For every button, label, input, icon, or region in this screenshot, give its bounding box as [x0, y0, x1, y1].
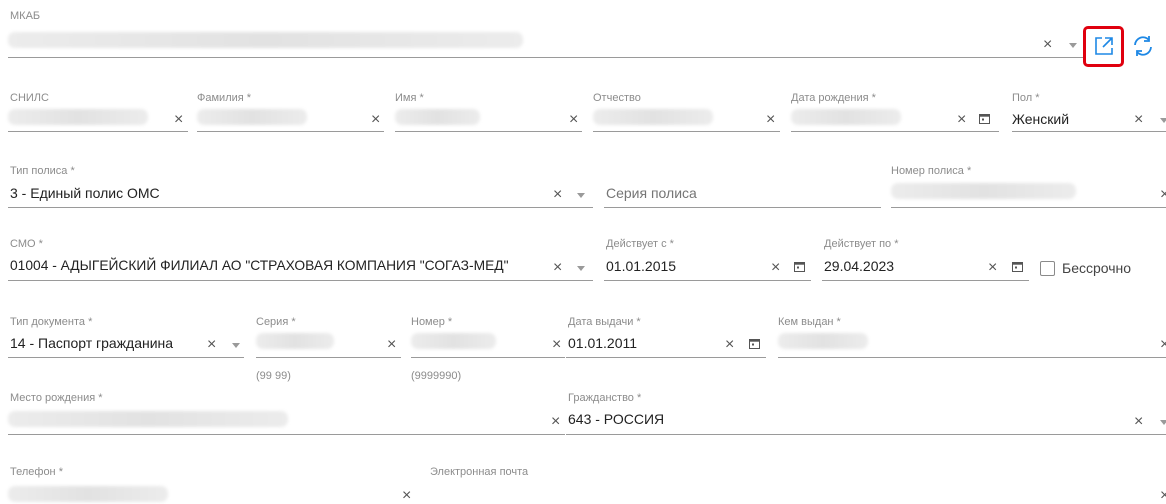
doc-type-clear-icon[interactable]: ×: [207, 337, 216, 353]
birth-place-label: Место рождения *: [10, 392, 103, 404]
gender-underline: [1012, 131, 1166, 132]
valid-from-label: Действует с *: [606, 238, 674, 250]
smo-value[interactable]: 01004 - АДЫГЕЙСКИЙ ФИЛИАЛ АО "СТРАХОВАЯ …: [10, 258, 509, 273]
policy-series-underline: [604, 207, 881, 208]
patronymic-underline: [593, 131, 780, 132]
birth-date-calendar-icon[interactable]: [979, 113, 990, 124]
citizenship-chevron-down-icon[interactable]: [1160, 420, 1166, 425]
gender-value[interactable]: Женский: [1012, 111, 1069, 127]
doc-number-label: Номер *: [411, 316, 453, 328]
phone-value: [8, 486, 168, 502]
first-name-value: [395, 109, 480, 125]
issued-by-clear-icon[interactable]: ×: [1160, 337, 1166, 353]
refresh-icon[interactable]: [1130, 33, 1156, 59]
birth-place-underline: [8, 434, 565, 435]
indefinite-checkbox[interactable]: [1040, 261, 1055, 276]
valid-from-underline: [604, 280, 811, 281]
last-name-value: [197, 109, 307, 125]
issued-by-value: [778, 333, 868, 349]
doc-series-label: Серия *: [256, 316, 296, 328]
valid-to-label: Действует по *: [824, 238, 899, 250]
phone-clear-icon[interactable]: ×: [402, 488, 411, 504]
patronymic-clear-icon[interactable]: ×: [766, 112, 775, 128]
indefinite-label: Бессрочно: [1062, 260, 1132, 276]
mkab-underline: [8, 57, 1084, 58]
birth-date-label: Дата рождения *: [791, 92, 876, 104]
policy-type-underline: [8, 207, 593, 208]
policy-number-label: Номер полиса *: [891, 165, 972, 177]
issue-date-label: Дата выдачи *: [568, 316, 641, 328]
first-name-clear-icon[interactable]: ×: [569, 112, 578, 128]
snils-value: [8, 109, 148, 125]
birth-place-value: [8, 411, 288, 427]
patronymic-value: [593, 109, 713, 125]
valid-to-underline: [822, 280, 1029, 281]
birth-place-clear-icon[interactable]: ×: [551, 414, 560, 430]
issue-date-clear-icon[interactable]: ×: [725, 337, 734, 353]
doc-number-hint: (9999990): [411, 370, 462, 382]
citizenship-value[interactable]: 643 - РОССИЯ: [568, 411, 664, 427]
policy-type-chevron-down-icon[interactable]: [577, 193, 585, 198]
policy-type-value[interactable]: 3 - Единый полис ОМС: [10, 185, 160, 201]
policy-number-value: [891, 183, 1076, 199]
citizenship-clear-icon[interactable]: ×: [1134, 414, 1143, 430]
issued-by-underline: [778, 357, 1166, 358]
doc-series-hint: (99 99): [256, 370, 291, 382]
birth-date-clear-icon[interactable]: ×: [957, 112, 966, 128]
issue-date-underline: [566, 357, 766, 358]
patronymic-label: Отчество: [593, 92, 641, 104]
policy-type-clear-icon[interactable]: ×: [553, 187, 562, 203]
gender-clear-icon[interactable]: ×: [1134, 112, 1143, 128]
snils-clear-icon[interactable]: ×: [174, 112, 183, 128]
snils-underline: [8, 131, 188, 132]
mkab-value: [8, 32, 523, 48]
email-clear-icon[interactable]: ×: [1160, 488, 1166, 504]
open-external-icon[interactable]: [1093, 35, 1115, 57]
policy-series-input[interactable]: Серия полиса: [606, 185, 697, 201]
valid-from-value[interactable]: 01.01.2015: [606, 258, 676, 274]
mkab-clear-icon[interactable]: ×: [1043, 37, 1052, 53]
doc-number-value: [411, 333, 496, 349]
first-name-label: Имя *: [395, 92, 424, 104]
citizenship-label: Гражданство *: [568, 392, 642, 404]
birth-date-underline: [791, 131, 999, 132]
smo-chevron-down-icon[interactable]: [577, 266, 585, 271]
issue-date-value[interactable]: 01.01.2011: [568, 335, 637, 351]
valid-to-clear-icon[interactable]: ×: [988, 260, 997, 276]
valid-from-clear-icon[interactable]: ×: [771, 260, 780, 276]
last-name-label: Фамилия *: [197, 92, 252, 104]
doc-number-underline: [411, 357, 565, 358]
gender-label: Пол *: [1012, 92, 1040, 104]
issued-by-label: Кем выдан *: [778, 316, 841, 328]
smo-clear-icon[interactable]: ×: [553, 260, 562, 276]
doc-type-underline: [8, 357, 244, 358]
doc-type-chevron-down-icon[interactable]: [232, 343, 240, 348]
smo-label: СМО *: [10, 238, 43, 250]
doc-series-underline: [256, 357, 401, 358]
last-name-underline: [197, 131, 384, 132]
first-name-underline: [395, 131, 582, 132]
doc-series-value: [256, 333, 334, 349]
policy-number-underline: [891, 207, 1166, 208]
policy-type-label: Тип полиса *: [10, 165, 75, 177]
email-label: Электронная почта: [430, 466, 529, 478]
doc-type-label: Тип документа *: [10, 316, 93, 328]
mkab-label: МКАБ: [10, 10, 41, 22]
issue-date-calendar-icon[interactable]: [749, 338, 760, 349]
snils-label: СНИЛС: [10, 92, 49, 104]
citizenship-underline: [566, 434, 1166, 435]
valid-to-value[interactable]: 29.04.2023: [824, 258, 894, 274]
birth-date-value: [791, 109, 901, 125]
gender-chevron-down-icon[interactable]: [1160, 118, 1166, 123]
last-name-clear-icon[interactable]: ×: [371, 112, 380, 128]
smo-underline: [8, 280, 593, 281]
mkab-chevron-down-icon[interactable]: [1069, 43, 1077, 48]
valid-to-calendar-icon[interactable]: [1012, 261, 1023, 272]
doc-number-clear-icon[interactable]: ×: [552, 337, 561, 353]
valid-from-calendar-icon[interactable]: [794, 261, 805, 272]
phone-label: Телефон *: [10, 466, 63, 478]
doc-series-clear-icon[interactable]: ×: [387, 337, 396, 353]
policy-number-clear-icon[interactable]: ×: [1160, 187, 1166, 203]
doc-type-value[interactable]: 14 - Паспорт гражданина Р: [10, 335, 175, 351]
